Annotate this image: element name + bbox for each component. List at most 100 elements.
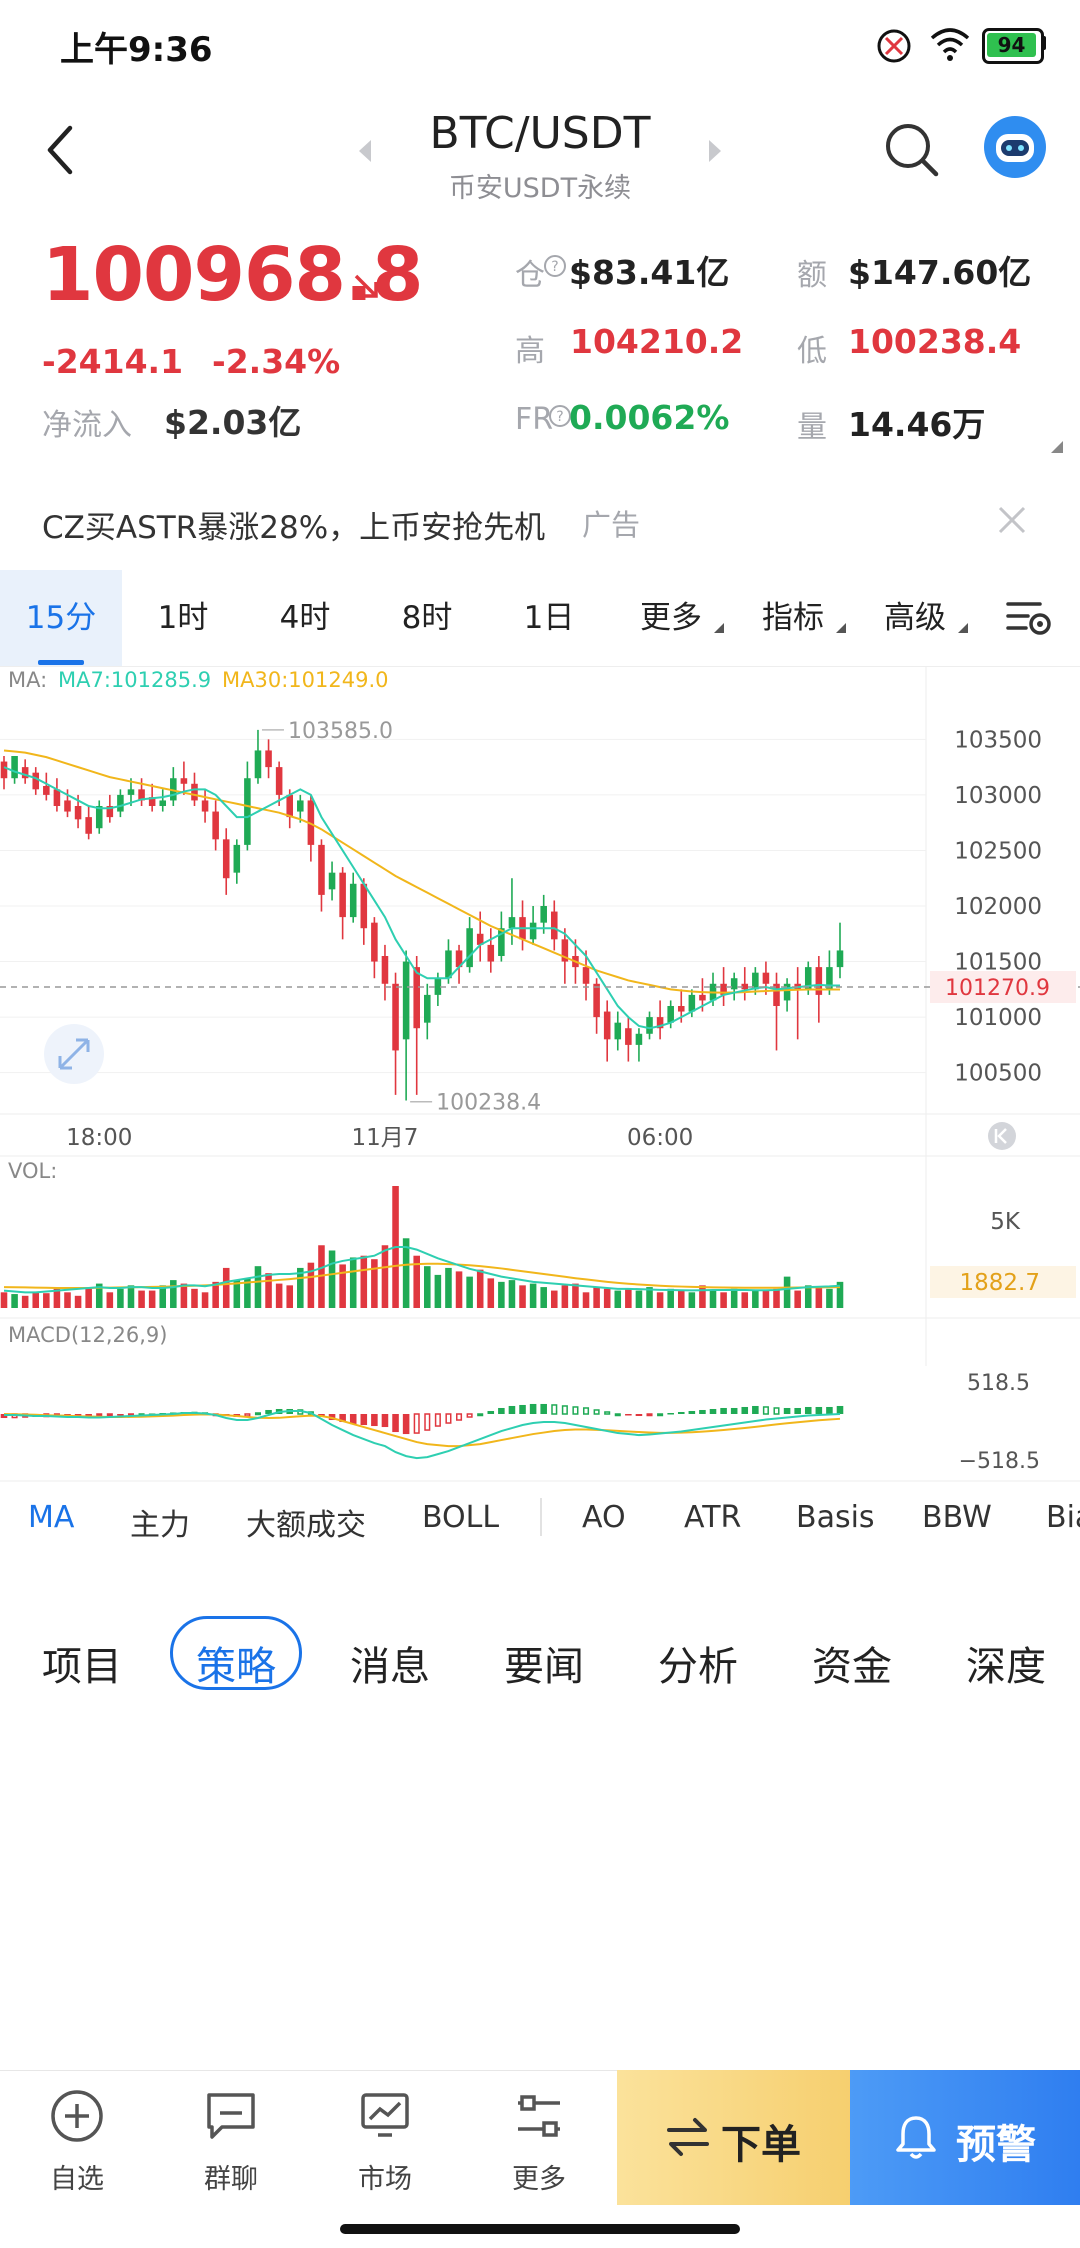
tab-messages[interactable]: 消息 <box>350 1634 430 1692</box>
volume-bar <box>0 1292 8 1308</box>
macd-histogram-bar <box>572 1406 579 1415</box>
scroll-to-latest-button[interactable] <box>988 1122 1016 1150</box>
volume-bar <box>138 1290 145 1308</box>
x-tick-label: 06:00 <box>627 1125 693 1151</box>
tab-indicators[interactable]: 指标 <box>732 570 854 666</box>
macd-histogram-bar <box>466 1413 473 1418</box>
volume-value: 14.46万 <box>848 405 986 444</box>
robot-assistant-icon[interactable] <box>982 114 1048 180</box>
y-tick-label: 102500 <box>954 838 1042 864</box>
ad-banner[interactable]: CZ买ASTR暴涨28%，上币安抢先机 广告 <box>0 470 1080 570</box>
y-tick-label: 5K <box>990 1209 1021 1235</box>
alert-button[interactable]: 预警 <box>850 2070 1080 2205</box>
macd-histogram-bar <box>360 1414 368 1426</box>
tab-projects[interactable]: 项目 <box>42 1634 122 1692</box>
indicator-ao[interactable]: AO <box>582 1500 626 1535</box>
expand-corner-icon[interactable] <box>1050 440 1064 454</box>
volume-bar <box>561 1285 569 1308</box>
battery-icon: 94 <box>982 28 1044 64</box>
indicator-atr[interactable]: ATR <box>684 1500 741 1535</box>
next-pair-arrow[interactable] <box>705 138 725 164</box>
indicator-large-trades[interactable]: 大额成交 <box>246 1500 366 1544</box>
candle-body <box>117 794 124 812</box>
macd-histogram-bar <box>96 1413 103 1417</box>
nav-label: 市场 <box>358 2164 412 2195</box>
tab-more[interactable]: 更多 <box>610 570 732 666</box>
tab-advanced[interactable]: 高级 <box>854 570 976 666</box>
macd-histogram-bar <box>773 1407 780 1415</box>
vol-legend-label: VOL: <box>8 1159 57 1183</box>
tab-1h[interactable]: 1时 <box>122 570 244 666</box>
tab-strategy[interactable]: 策略 <box>196 1634 276 1692</box>
help-icon[interactable]: ? <box>543 254 567 278</box>
tab-analysis[interactable]: 分析 <box>658 1634 738 1692</box>
volume-bar <box>85 1287 92 1308</box>
candle-body <box>688 994 696 1012</box>
candlestick-chart[interactable]: 1035001030001025001020001015001010001005… <box>0 666 1080 1496</box>
tab-1d[interactable]: 1日 <box>488 570 610 666</box>
nav-more[interactable]: 更多 <box>464 2071 614 2206</box>
volume-bar <box>762 1290 770 1308</box>
volume-bar <box>476 1269 484 1308</box>
volume-bar <box>614 1290 622 1308</box>
volume-bar <box>773 1288 780 1308</box>
nav-market[interactable]: 市场 <box>310 2071 460 2206</box>
order-button[interactable]: 下单 <box>617 2070 850 2205</box>
candle-body <box>297 800 304 812</box>
candle-body <box>53 789 61 806</box>
candle-body <box>371 922 378 962</box>
indicator-main-force[interactable]: 主力 <box>130 1500 190 1544</box>
y-tick-label: 102000 <box>954 894 1042 920</box>
nav-favorites[interactable]: 自选 <box>2 2071 152 2206</box>
indicator-ma[interactable]: MA <box>28 1500 74 1535</box>
candle-body <box>699 994 706 1001</box>
macd-histogram-bar <box>117 1414 124 1416</box>
macd-histogram-bar <box>551 1404 558 1415</box>
volume-bar <box>402 1238 410 1308</box>
volume-bar <box>741 1292 749 1308</box>
tab-15m[interactable]: 15分 <box>0 570 122 666</box>
indicator-bbw[interactable]: BBW <box>922 1500 992 1535</box>
volume-bar <box>275 1283 283 1308</box>
net-inflow-value: $2.03亿 <box>164 403 302 442</box>
tab-headlines[interactable]: 要闻 <box>504 1634 584 1692</box>
candle-body <box>85 817 92 834</box>
wifi-icon <box>930 28 970 61</box>
indicator-bias[interactable]: Bia <box>1046 1500 1080 1535</box>
x-tick-label: 18:00 <box>66 1125 132 1151</box>
chart-settings-icon[interactable] <box>1004 596 1054 640</box>
tab-8h[interactable]: 8时 <box>366 570 488 666</box>
interval-tabs: 15分 1时 4时 8时 1日 更多 指标 高级 <box>0 570 1080 667</box>
volume-bar <box>550 1290 558 1308</box>
close-icon[interactable] <box>996 504 1028 536</box>
tab-4h[interactable]: 4时 <box>244 570 366 666</box>
y-tick-label: 100500 <box>954 1061 1042 1087</box>
indicator-basis[interactable]: Basis <box>796 1500 875 1535</box>
volume-bar <box>339 1264 346 1308</box>
swap-arrows-icon <box>667 2118 709 2156</box>
volume-bar <box>127 1285 135 1308</box>
macd-histogram-bar <box>804 1406 812 1414</box>
candle-body <box>614 1022 622 1040</box>
macd-histogram-bar <box>720 1407 727 1414</box>
ad-text[interactable]: CZ买ASTR暴涨28%，上币安抢先机 <box>42 502 545 547</box>
tab-funds[interactable]: 资金 <box>812 1634 892 1692</box>
ma30-legend: MA30:101249.0 <box>222 668 388 692</box>
battery-level: 94 <box>987 33 1036 57</box>
macd-histogram-bar <box>794 1407 801 1414</box>
volume-bar <box>540 1287 547 1308</box>
nav-label: 更多 <box>512 2164 566 2195</box>
volume-bar <box>752 1290 759 1308</box>
volume-bar <box>254 1266 262 1308</box>
indicator-boll[interactable]: BOLL <box>422 1500 499 1535</box>
volume-bar <box>699 1285 706 1308</box>
tab-depth[interactable]: 深度 <box>966 1634 1046 1692</box>
candle-body <box>815 967 823 995</box>
volume-bar <box>43 1293 50 1308</box>
search-icon[interactable] <box>880 118 944 182</box>
volume-bar <box>434 1274 442 1308</box>
macd-histogram-bar <box>604 1411 611 1415</box>
nav-chat[interactable]: 群聊 <box>156 2071 306 2206</box>
volume-bar <box>677 1290 685 1308</box>
macd-histogram-bar <box>752 1405 759 1414</box>
